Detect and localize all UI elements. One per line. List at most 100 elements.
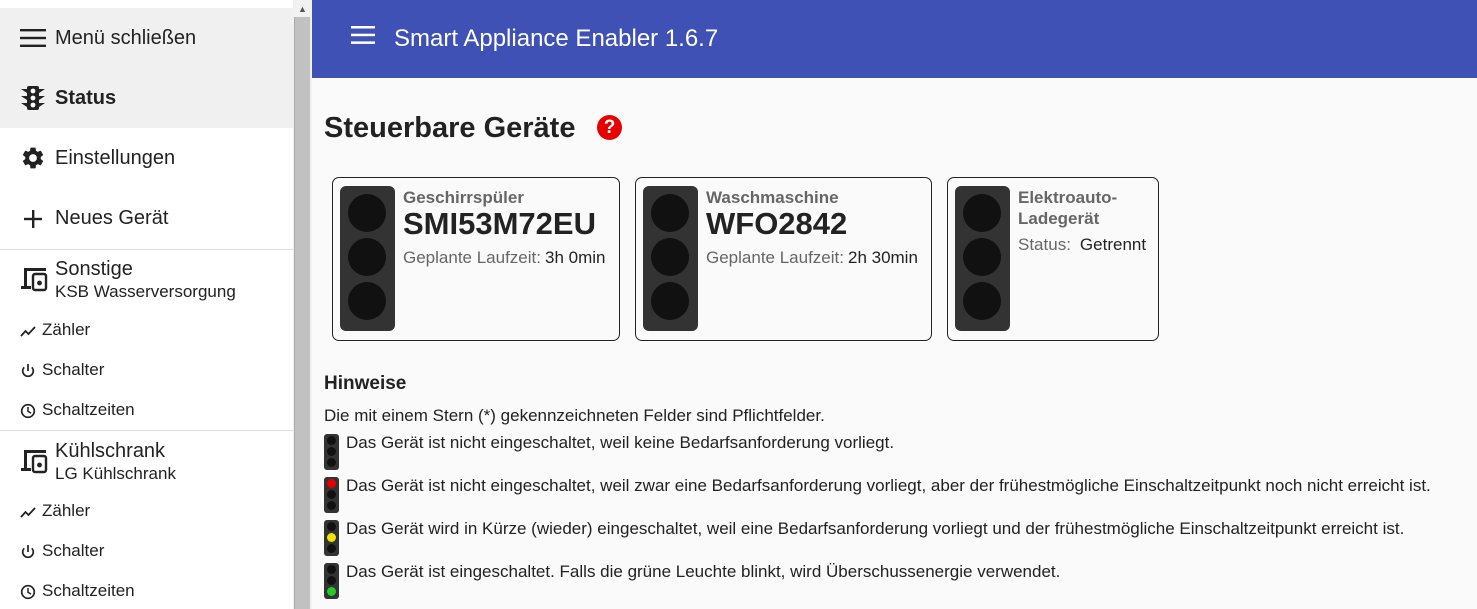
red-lamp: [327, 565, 336, 574]
traffic-light: [955, 186, 1010, 331]
device-status: Status: Getrennt: [1018, 235, 1146, 255]
runtime-label: Geplante Laufzeit:: [403, 248, 541, 267]
red-lamp: [327, 436, 336, 445]
red-lamp: [348, 194, 386, 232]
traffic-light: [643, 186, 698, 331]
green-lamp: [327, 458, 336, 467]
device-group-title: Kühlschrank: [55, 440, 166, 462]
device-card[interactable]: Geschirrspüler SMI53M72EU Geplante Laufz…: [332, 177, 620, 341]
yellow-lamp: [327, 490, 336, 499]
sidebar-item-label: Einstellungen: [55, 147, 176, 169]
sidebar-divider: [0, 430, 293, 431]
device-name: WFO2842: [706, 206, 848, 241]
clock-icon: [20, 584, 36, 605]
chart-line-icon: [20, 323, 36, 344]
green-lamp: [651, 282, 689, 320]
device-runtime: Geplante Laufzeit: 3h 0min: [403, 248, 605, 268]
device-type: Elektroauto- Ladegerät: [1018, 187, 1117, 229]
red-lamp: [327, 522, 336, 531]
chart-line-icon: [20, 504, 36, 525]
runtime-label: Geplante Laufzeit:: [706, 248, 844, 267]
scroll-up-arrow-icon[interactable]: ▲: [293, 0, 312, 17]
device-type-line: Elektroauto-: [1018, 188, 1118, 207]
sidebar-scrollbar[interactable]: ▲: [293, 0, 312, 609]
page-title: Steuerbare Geräte: [324, 112, 576, 144]
sidebar-item-label: Neues Gerät: [55, 207, 169, 229]
device-group-subtitle: KSB Wasserversorgung: [55, 282, 236, 301]
legend-text: Das Gerät ist nicht eingeschaltet, weil …: [346, 433, 895, 452]
yellow-lamp: [327, 576, 336, 585]
hints-title: Hinweise: [324, 373, 407, 394]
gear-icon: [20, 145, 46, 171]
device-runtime: Geplante Laufzeit: 2h 30min: [706, 248, 918, 268]
power-icon: [20, 363, 36, 384]
sidebar-subitem-label: Schaltzeiten: [42, 400, 135, 419]
sidebar-item-label: Status: [55, 87, 117, 109]
devices-icon: [20, 266, 48, 292]
main-content: Steuerbare Geräte ? Geschirrspüler SMI53…: [312, 78, 1477, 609]
sidebar-subitem-label: Schalter: [42, 360, 105, 379]
status-label: Status:: [1018, 235, 1071, 254]
menu-toggle-icon[interactable]: [351, 26, 375, 49]
close-menu-button[interactable]: Menü schließen: [0, 8, 293, 68]
legend-text: Das Gerät wird in Kürze (wieder) eingesc…: [346, 519, 1405, 538]
device-name: SMI53M72EU: [403, 206, 596, 241]
red-lamp: [327, 479, 336, 488]
green-lamp: [327, 501, 336, 510]
device-card[interactable]: Waschmaschine WFO2842 Geplante Laufzeit:…: [635, 177, 932, 341]
sidebar-subitem-label: Zähler: [42, 320, 91, 339]
runtime-value: 3h 0min: [544, 248, 606, 267]
green-lamp: [327, 587, 336, 596]
device-type-line: Ladegerät: [1018, 209, 1100, 228]
devices-icon: [20, 448, 48, 474]
green-lamp: [348, 282, 386, 320]
yellow-lamp: [963, 238, 1001, 276]
sidebar-item-settings[interactable]: Einstellungen: [0, 128, 293, 188]
sidebar-subitem-label: Schalter: [42, 541, 105, 560]
yellow-lamp: [348, 238, 386, 276]
app-title: Smart Appliance Enabler 1.6.7: [394, 25, 719, 52]
traffic-light: [340, 186, 395, 331]
sidebar-subitem-label: Schaltzeiten: [42, 581, 135, 600]
device-type: Geschirrspüler: [403, 188, 524, 207]
sidebar-subitem-schedules[interactable]: Schaltzeiten: [0, 391, 293, 431]
sidebar-item-status[interactable]: Status: [0, 68, 293, 128]
sidebar-item-new-device[interactable]: Neues Gerät: [0, 188, 293, 248]
yellow-lamp: [327, 533, 336, 542]
help-icon[interactable]: ?: [597, 115, 622, 140]
sidebar: Menü schließen Status Einstellungen Neue…: [0, 0, 293, 609]
plus-icon: [20, 208, 46, 230]
yellow-lamp: [327, 447, 336, 456]
runtime-value: 2h 30min: [847, 248, 918, 267]
legend-text: Das Gerät ist eingeschaltet. Falls die g…: [346, 562, 1061, 581]
yellow-lamp: [651, 238, 689, 276]
green-lamp: [963, 282, 1001, 320]
green-lamp: [327, 544, 336, 553]
device-type: Waschmaschine: [706, 188, 839, 207]
sidebar-subitem-schedules[interactable]: Schaltzeiten: [0, 572, 293, 609]
sidebar-subitem-switch[interactable]: Schalter: [0, 532, 293, 572]
sidebar-subitem-label: Zähler: [42, 501, 91, 520]
sidebar-subitem-meter[interactable]: Zähler: [0, 492, 293, 532]
legend-text: Das Gerät ist nicht eingeschaltet, weil …: [346, 476, 1431, 495]
traffic-light-icon: [20, 85, 46, 111]
scrollbar-thumb[interactable]: [294, 17, 310, 609]
app-toolbar: Smart Appliance Enabler 1.6.7: [312, 0, 1477, 78]
mini-traffic-light: [324, 563, 339, 599]
device-group-subtitle: LG Kühlschrank: [55, 464, 176, 483]
device-card[interactable]: Elektroauto- Ladegerät Status: Getrennt: [947, 177, 1159, 341]
clock-icon: [20, 403, 36, 424]
sidebar-subitem-switch[interactable]: Schalter: [0, 351, 293, 391]
power-icon: [20, 544, 36, 565]
sidebar-divider: [0, 249, 293, 250]
menu-icon: [20, 29, 46, 47]
mini-traffic-light: [324, 520, 339, 556]
device-group-title: Sonstige: [55, 258, 133, 280]
status-value: Getrennt: [1079, 235, 1147, 254]
mini-traffic-light: [324, 477, 339, 513]
red-lamp: [651, 194, 689, 232]
sidebar-subitem-meter[interactable]: Zähler: [0, 311, 293, 351]
hints-intro: Die mit einem Stern (*) gekennzeichneten…: [324, 406, 825, 425]
red-lamp: [963, 194, 1001, 232]
close-menu-label: Menü schließen: [55, 27, 197, 49]
